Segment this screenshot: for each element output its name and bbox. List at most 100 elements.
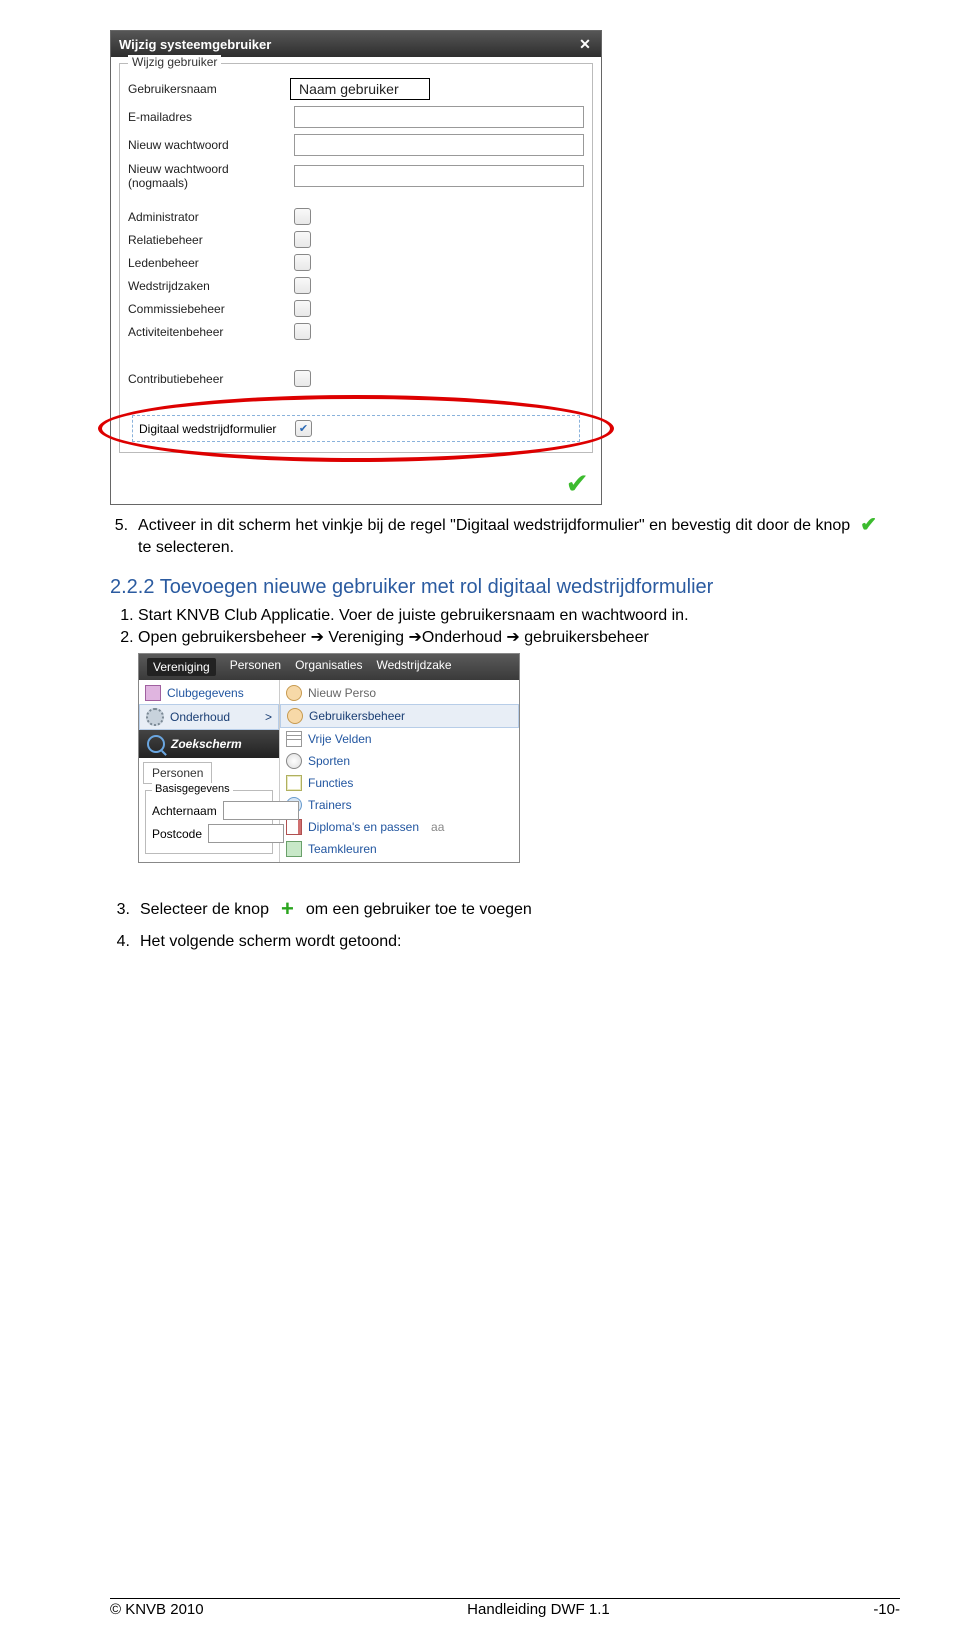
label-ledenbeheer: Ledenbeheer	[128, 256, 288, 270]
list-item-3: 3. Selecteer de knop + om een gebruiker …	[110, 899, 900, 921]
submenu-diplomas[interactable]: Diploma's en passen aa	[280, 816, 519, 838]
step5-text-before: Activeer in dit scherm het vinkje bij de…	[138, 517, 855, 534]
page-footer: © KNVB 2010 Handleiding DWF 1.1 -10-	[110, 1598, 900, 1618]
list-number-5: 5.	[110, 515, 128, 558]
step-2-gebruikersbeheer: gebruikersbeheer	[524, 629, 649, 646]
label-achternaam: Achternaam	[152, 804, 217, 818]
label-administrator: Administrator	[128, 210, 288, 224]
email-input[interactable]	[294, 106, 584, 128]
zoekscherm-panel: Zoekscherm	[139, 730, 279, 758]
zoekscherm-label: Zoekscherm	[171, 737, 242, 751]
step-1: Start KNVB Club Applicatie. Voer de juis…	[138, 607, 900, 625]
person-add-icon	[286, 685, 302, 701]
submenu-label: Vrije Velden	[308, 732, 372, 746]
basisgegevens-fieldset: Basisgegevens Achternaam Postcode	[145, 790, 273, 854]
checkbox-digitaal-wedstrijdformulier[interactable]	[295, 420, 312, 437]
label-commissiebeheer: Commissiebeheer	[128, 302, 288, 316]
submenu-vrije-velden[interactable]: Vrije Velden	[280, 728, 519, 750]
list-item-5: 5. Activeer in dit scherm het vinkje bij…	[110, 515, 900, 558]
green-plus-icon: +	[276, 900, 298, 920]
tab-personen[interactable]: Personen	[230, 658, 281, 676]
label-wedstrijdzaken: Wedstrijdzaken	[128, 279, 288, 293]
cube-icon	[145, 685, 161, 701]
tab-organisaties[interactable]: Organisaties	[295, 658, 362, 676]
step-2-onderhoud: Onderhoud	[422, 629, 502, 646]
nieuw-wachtwoord-input[interactable]	[294, 134, 584, 156]
confirm-check-icon[interactable]: ✔	[111, 463, 601, 504]
arrow-icon: ➔	[409, 629, 422, 646]
menu-screenshot: Vereniging Personen Organisaties Wedstri…	[138, 653, 520, 863]
checkbox-activiteitenbeheer[interactable]	[294, 323, 311, 340]
footer-center: Handleiding DWF 1.1	[467, 1601, 610, 1618]
step-2-pre: Open gebruikersbeheer	[138, 629, 311, 646]
section-heading-2-2-2: 2.2.2 Toevoegen nieuwe gebruiker met rol…	[110, 576, 900, 599]
postcode-input[interactable]	[208, 824, 284, 843]
person-icon	[287, 708, 303, 724]
nieuw-wachtwoord-nogmaals-input[interactable]	[294, 165, 584, 187]
extra-col-text: aa	[431, 820, 444, 834]
page-icon	[286, 731, 302, 747]
step3-before: Selecteer de knop	[140, 901, 273, 918]
naam-gebruiker-callout: Naam gebruiker	[290, 78, 430, 100]
label-email: E-mailadres	[128, 110, 288, 124]
submenu-gebruikersbeheer[interactable]: Gebruikersbeheer	[280, 704, 519, 728]
tab-personen-sub[interactable]: Personen	[143, 762, 212, 784]
step-2: Open gebruikersbeheer ➔ Vereniging ➔Onde…	[138, 627, 900, 647]
checkbox-administrator[interactable]	[294, 208, 311, 225]
nieuw-persoon-button[interactable]: Nieuw Perso	[280, 682, 519, 704]
list-number-3: 3.	[110, 899, 130, 921]
checkbox-commissiebeheer[interactable]	[294, 300, 311, 317]
submenu-label: Sporten	[308, 754, 350, 768]
menu-item-onderhoud[interactable]: Onderhoud >	[139, 704, 279, 730]
submenu-label: Trainers	[308, 798, 352, 812]
step3-after: om een gebruiker toe te voegen	[306, 901, 532, 918]
step4-text: Het volgende scherm wordt getoond:	[140, 931, 401, 953]
teamkleuren-icon	[286, 841, 302, 857]
menu-label-onderhoud: Onderhoud	[170, 710, 230, 724]
achternaam-input[interactable]	[223, 801, 299, 820]
dialog-title: Wijzig systeemgebruiker	[119, 37, 271, 52]
label-nieuw-wachtwoord: Nieuw wachtwoord	[128, 138, 288, 152]
arrow-icon: ➔	[506, 629, 519, 646]
label-relatiebeheer: Relatiebeheer	[128, 233, 288, 247]
digitaal-wedstrijdformulier-highlight: Digitaal wedstrijdformulier	[128, 413, 584, 444]
submenu-label: Teamkleuren	[308, 842, 377, 856]
submenu-trainers[interactable]: Trainers	[280, 794, 519, 816]
submenu-functies[interactable]: Functies	[280, 772, 519, 794]
menu-item-clubgegevens[interactable]: Clubgegevens	[139, 682, 279, 704]
submenu-sporten[interactable]: Sporten	[280, 750, 519, 772]
fieldset-legend: Wijzig gebruiker	[128, 55, 221, 69]
step-2-vereniging: Vereniging	[328, 629, 404, 646]
close-icon[interactable]: ✕	[577, 36, 593, 52]
tab-wedstrijdzaken[interactable]: Wedstrijdzake	[376, 658, 451, 676]
green-check-icon: ✔	[858, 516, 880, 536]
heading-number: 2.2.2	[110, 576, 154, 598]
wijzig-gebruiker-fieldset: Wijzig gebruiker Gebruikersnaam Naam geb…	[119, 63, 593, 453]
checkbox-contributiebeheer[interactable]	[294, 370, 311, 387]
arrow-icon: ➔	[311, 629, 324, 646]
menu-label-clubgegevens: Clubgegevens	[167, 686, 244, 700]
submenu-teamkleuren[interactable]: Teamkleuren	[280, 838, 519, 860]
checkbox-ledenbeheer[interactable]	[294, 254, 311, 271]
list-number-4: 4.	[110, 931, 130, 953]
label-postcode: Postcode	[152, 827, 202, 841]
submenu-label: Functies	[308, 776, 353, 790]
checkbox-wedstrijdzaken[interactable]	[294, 277, 311, 294]
basisgegevens-legend: Basisgegevens	[152, 783, 233, 795]
chevron-right-icon: >	[265, 710, 272, 724]
wijzig-gebruiker-dialog: Wijzig systeemgebruiker ✕ Wijzig gebruik…	[110, 30, 602, 505]
label-contributiebeheer: Contributiebeheer	[128, 372, 288, 386]
footer-left: © KNVB 2010	[110, 1601, 204, 1618]
dialog-titlebar: Wijzig systeemgebruiker ✕	[111, 31, 601, 57]
list-item-4: 4. Het volgende scherm wordt getoond:	[110, 931, 900, 953]
functies-icon	[286, 775, 302, 791]
checkbox-relatiebeheer[interactable]	[294, 231, 311, 248]
main-tabbar: Vereniging Personen Organisaties Wedstri…	[139, 654, 519, 680]
step5-text-after: te selecteren.	[138, 539, 234, 556]
footer-right: -10-	[873, 1601, 900, 1618]
gear-icon	[146, 708, 164, 726]
tab-vereniging[interactable]: Vereniging	[147, 658, 216, 676]
ball-icon	[286, 753, 302, 769]
label-gebruikersnaam: Gebruikersnaam	[128, 82, 288, 96]
heading-title: Toevoegen nieuwe gebruiker met rol digit…	[160, 576, 714, 598]
